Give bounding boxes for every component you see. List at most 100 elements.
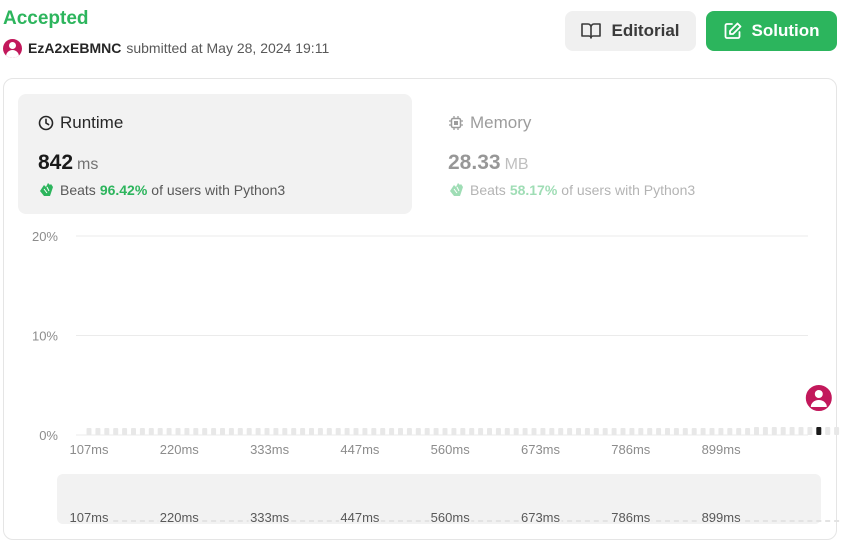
- distribution-bar[interactable]: [228, 428, 234, 435]
- distribution-bar[interactable]: [211, 428, 217, 435]
- distribution-bar[interactable]: [656, 428, 662, 435]
- distribution-bar[interactable]: [451, 428, 457, 435]
- distribution-bar[interactable]: [433, 428, 439, 435]
- distribution-bar[interactable]: [522, 428, 528, 435]
- overview-bar: [656, 520, 662, 522]
- distribution-bar[interactable]: [442, 428, 448, 435]
- overview-tick-label: 673ms: [521, 510, 561, 525]
- distribution-bar[interactable]: [202, 428, 208, 435]
- distribution-bar[interactable]: [335, 428, 341, 435]
- distribution-bar[interactable]: [718, 428, 724, 435]
- overview-bar: [584, 520, 590, 522]
- distribution-bar[interactable]: [175, 428, 181, 435]
- distribution-bar[interactable]: [682, 428, 688, 435]
- distribution-bar[interactable]: [344, 428, 350, 435]
- distribution-bar[interactable]: [291, 428, 297, 435]
- distribution-bar[interactable]: [736, 428, 742, 435]
- distribution-bar[interactable]: [495, 428, 501, 435]
- distribution-bar[interactable]: [246, 428, 252, 435]
- distribution-bar[interactable]: [309, 428, 314, 435]
- distribution-bar[interactable]: [406, 428, 412, 435]
- distribution-bar[interactable]: [700, 428, 706, 435]
- distribution-bar[interactable]: [415, 428, 421, 435]
- overview-bar: [780, 520, 786, 522]
- distribution-bar[interactable]: [691, 428, 697, 435]
- distribution-bar[interactable]: [558, 428, 564, 435]
- overview-bar: [139, 520, 145, 522]
- distribution-bar[interactable]: [620, 428, 626, 435]
- distribution-bar[interactable]: [148, 428, 154, 435]
- distribution-bar[interactable]: [531, 428, 537, 435]
- distribution-bar[interactable]: [638, 428, 644, 435]
- distribution-bar[interactable]: [300, 428, 306, 435]
- overview-tick-label: 447ms: [340, 510, 380, 525]
- distribution-bar[interactable]: [326, 428, 332, 435]
- overview-bar: [478, 520, 484, 522]
- distribution-bar[interactable]: [86, 428, 92, 435]
- overview-tick-label: 899ms: [702, 510, 742, 525]
- distribution-bar[interactable]: [709, 428, 715, 435]
- distribution-bar[interactable]: [469, 428, 475, 435]
- distribution-bar[interactable]: [104, 428, 110, 435]
- distribution-bar[interactable]: [540, 428, 546, 435]
- distribution-bar[interactable]: [273, 428, 279, 435]
- distribution-bar[interactable]: [362, 428, 368, 435]
- distribution-bar[interactable]: [478, 428, 484, 435]
- distribution-bar[interactable]: [95, 428, 101, 435]
- overview-bar: [415, 520, 421, 522]
- distribution-bar[interactable]: [584, 428, 590, 435]
- runtime-distribution-chart[interactable]: 0% 10% 20% 107ms 220ms 333ms 447ms 560ms 673ms 78…: [0, 0, 842, 547]
- distribution-bar[interactable]: [264, 428, 270, 435]
- overview-tick-label: 107ms: [69, 510, 109, 525]
- distribution-bar[interactable]: [567, 428, 573, 435]
- distribution-bar[interactable]: [665, 428, 670, 435]
- distribution-bar[interactable]: [184, 428, 190, 435]
- user-runtime-bar[interactable]: [816, 427, 822, 435]
- distribution-bar[interactable]: [317, 428, 323, 435]
- distribution-bar[interactable]: [513, 428, 519, 435]
- distribution-bar[interactable]: [398, 428, 403, 435]
- distribution-bar[interactable]: [549, 428, 555, 435]
- overview-bar: [487, 520, 492, 522]
- distribution-bar[interactable]: [380, 428, 386, 435]
- distribution-bar[interactable]: [282, 428, 288, 435]
- distribution-bar[interactable]: [237, 428, 243, 435]
- distribution-bar[interactable]: [629, 428, 635, 435]
- distribution-bar[interactable]: [460, 428, 466, 435]
- distribution-bar[interactable]: [825, 427, 831, 435]
- distribution-bar[interactable]: [371, 428, 377, 435]
- distribution-bar[interactable]: [113, 428, 119, 435]
- distribution-bar[interactable]: [255, 428, 261, 435]
- distribution-bar[interactable]: [166, 428, 172, 435]
- distribution-bar[interactable]: [727, 428, 733, 435]
- distribution-bar[interactable]: [131, 428, 136, 435]
- distribution-bar[interactable]: [647, 428, 653, 435]
- distribution-bar[interactable]: [139, 428, 145, 435]
- distribution-bar[interactable]: [593, 428, 599, 435]
- distribution-bar[interactable]: [834, 427, 840, 435]
- distribution-bar[interactable]: [780, 427, 786, 435]
- distribution-bar[interactable]: [798, 427, 804, 435]
- distribution-bar[interactable]: [576, 428, 581, 435]
- overview-bar: [593, 520, 599, 522]
- distribution-bar[interactable]: [611, 428, 617, 435]
- distribution-bar[interactable]: [193, 428, 199, 435]
- distribution-bar[interactable]: [389, 428, 395, 435]
- distribution-bar[interactable]: [602, 428, 608, 435]
- distribution-bar[interactable]: [762, 427, 768, 435]
- distribution-bar[interactable]: [745, 428, 751, 435]
- overview-bar: [567, 520, 573, 522]
- distribution-bar[interactable]: [122, 428, 128, 435]
- distribution-bar[interactable]: [789, 427, 795, 435]
- distribution-bar[interactable]: [754, 427, 759, 435]
- distribution-bar[interactable]: [220, 428, 225, 435]
- distribution-bar[interactable]: [807, 427, 813, 435]
- distribution-bar[interactable]: [771, 427, 777, 435]
- distribution-bar[interactable]: [157, 428, 163, 435]
- distribution-bar[interactable]: [504, 428, 510, 435]
- distribution-bar[interactable]: [673, 428, 679, 435]
- distribution-bar[interactable]: [487, 428, 492, 435]
- overview-bar: [745, 520, 751, 522]
- distribution-bar[interactable]: [424, 428, 430, 435]
- distribution-bar[interactable]: [353, 428, 359, 435]
